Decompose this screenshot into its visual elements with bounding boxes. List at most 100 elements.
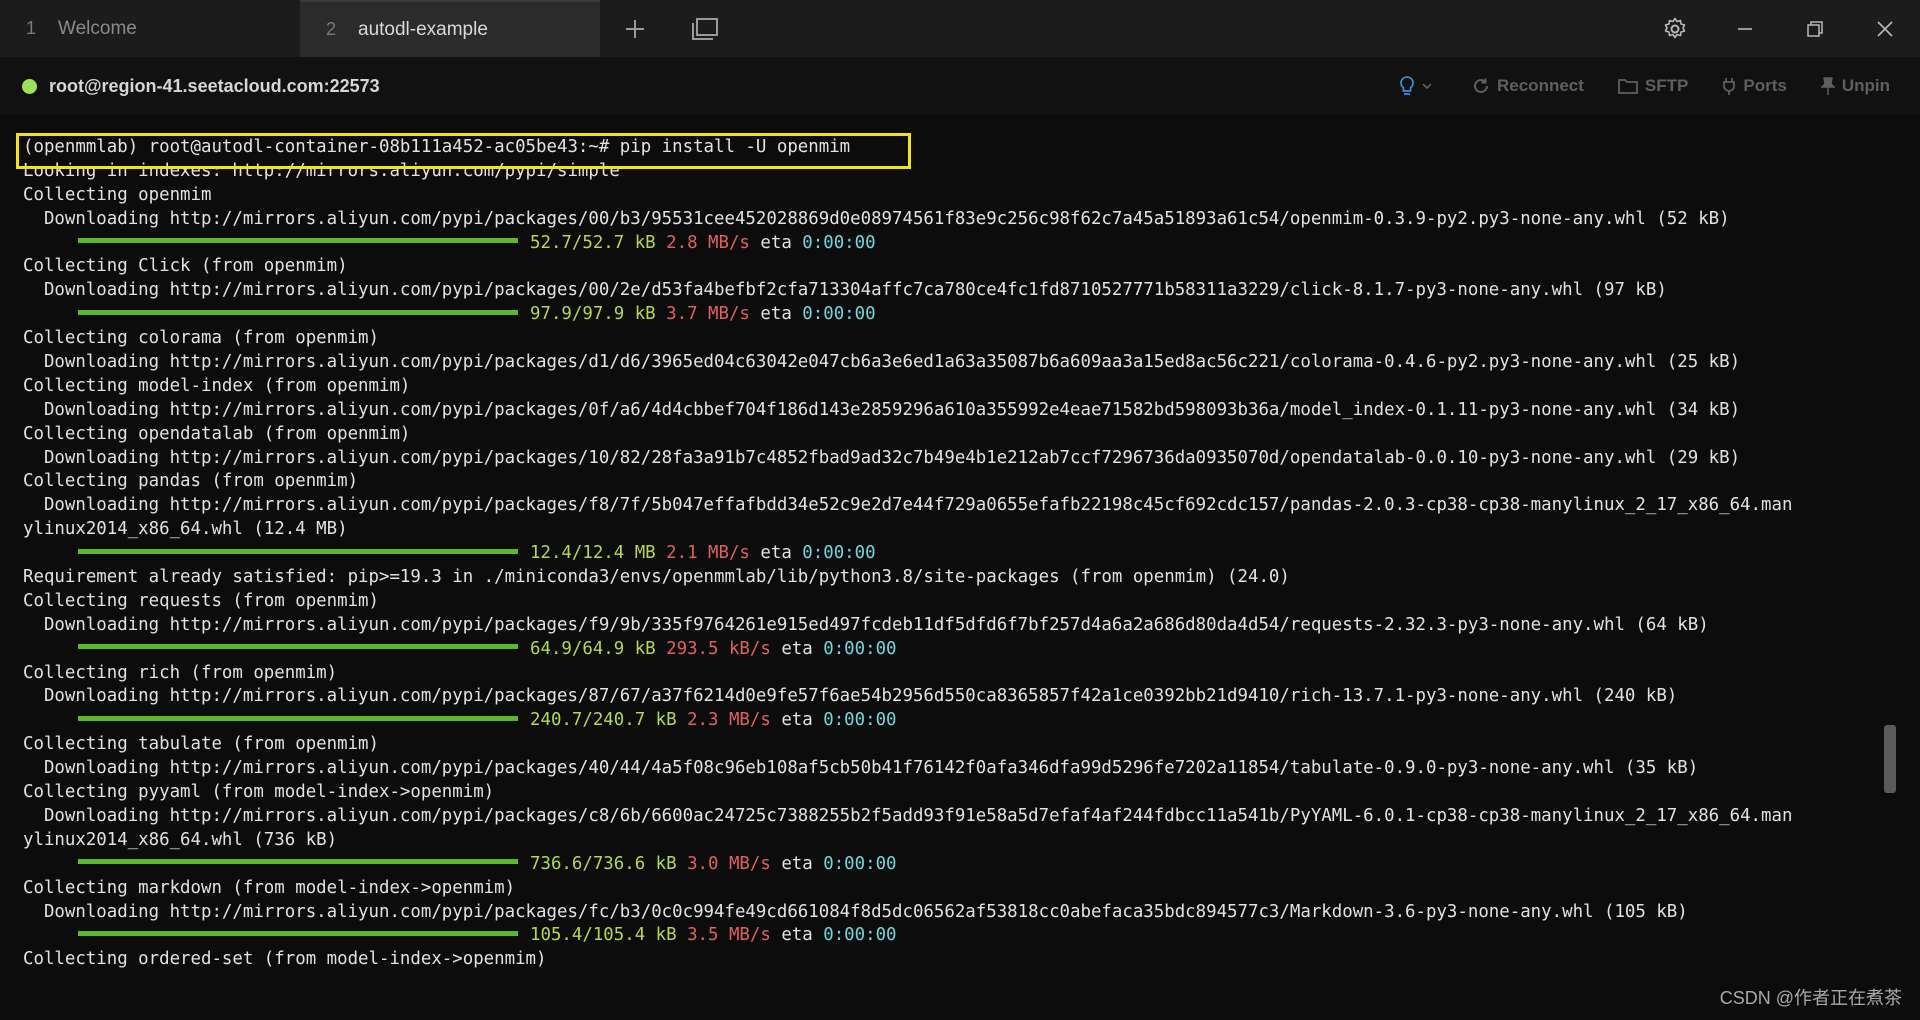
terminal-line: Downloading http://mirrors.aliyun.com/py… — [23, 686, 1678, 707]
hint-dropdown[interactable] — [1399, 76, 1432, 96]
tab-welcome[interactable]: 1 Welcome — [0, 0, 300, 57]
progress-eta-label: eta — [781, 853, 813, 874]
terminal-line: Collecting colorama (from openmim) — [23, 328, 379, 349]
progress-speed: 2.8 MB/s — [666, 232, 750, 253]
terminal-line: Collecting tabulate (from openmim) — [23, 734, 379, 755]
progress-eta-label: eta — [760, 232, 792, 253]
terminal-line: Collecting opendatalab (from openmim) — [23, 423, 411, 444]
progress-line: 97.9/97.9 kB 3.7 MB/s eta 0:00:00 — [23, 303, 1880, 327]
chevron-down-icon — [1422, 83, 1432, 90]
progress-line: 12.4/12.4 MB 2.1 MB/s eta 0:00:00 — [23, 542, 1880, 566]
tab-label: autodl-example — [358, 18, 488, 40]
terminal-line: Collecting pyyaml (from model-index->ope… — [23, 782, 495, 803]
scrollbar-thumb[interactable] — [1884, 725, 1896, 793]
folder-icon — [1618, 79, 1638, 94]
unpin-button[interactable]: Unpin — [1820, 76, 1890, 96]
terminal-line: Downloading http://mirrors.aliyun.com/py… — [23, 352, 1741, 373]
progress-size: 240.7/240.7 kB — [530, 710, 677, 731]
tab-number: 2 — [326, 19, 337, 39]
progress-size: 97.9/97.9 kB — [530, 304, 656, 325]
progress-size: 736.6/736.6 kB — [530, 853, 677, 874]
progress-eta-label: eta — [781, 638, 813, 659]
terminal-line: Collecting Click (from openmim) — [23, 256, 348, 277]
progress-size: 12.4/12.4 MB — [530, 543, 656, 564]
restore-icon — [1807, 20, 1823, 37]
progress-bar — [78, 548, 518, 554]
terminal-line: Downloading http://mirrors.aliyun.com/py… — [23, 447, 1741, 468]
ports-button[interactable]: Ports — [1722, 76, 1787, 96]
terminal-line: Collecting markdown (from model-index->o… — [23, 877, 516, 898]
progress-eta: 0:00:00 — [802, 543, 876, 564]
tab-overview-button[interactable] — [670, 0, 740, 57]
reconnect-label: Reconnect — [1497, 76, 1584, 95]
pin-icon — [1820, 77, 1835, 95]
terminal-prompt-line: (openmmlab) root@autodl-container-08b111… — [23, 137, 851, 157]
progress-bar — [78, 644, 518, 650]
terminal-line: Collecting openmim — [23, 184, 212, 205]
progress-eta-label: eta — [760, 304, 792, 325]
progress-size: 105.4/105.4 kB — [530, 925, 677, 946]
progress-speed: 3.0 MB/s — [687, 853, 771, 874]
watermark: CSDN @作者正在煮茶 — [1719, 988, 1902, 1008]
gear-icon — [1664, 17, 1686, 38]
progress-eta-label: eta — [781, 710, 813, 731]
new-tab-button[interactable] — [600, 0, 670, 57]
session-host: root@region-41.seetacloud.com:22573 — [49, 75, 380, 96]
progress-eta: 0:00:00 — [823, 710, 897, 731]
terminal-line: Collecting requests (from openmim) — [23, 590, 379, 611]
terminal-line: Collecting rich (from openmim) — [23, 662, 338, 683]
terminal-output[interactable]: (openmmlab) root@autodl-container-08b111… — [0, 115, 1880, 1020]
terminal-line: Requirement already satisfied: pip>=19.3… — [23, 567, 1290, 588]
close-icon — [1877, 20, 1893, 37]
terminal-line: Downloading http://mirrors.aliyun.com/py… — [23, 280, 1667, 301]
terminal-line: ylinux2014_x86_64.whl (12.4 MB) — [23, 519, 348, 540]
progress-bar — [78, 309, 518, 315]
progress-size: 64.9/64.9 kB — [530, 638, 656, 659]
session-bar: root@region-41.seetacloud.com:22573 Reco… — [0, 57, 1920, 115]
progress-speed: 293.5 kB/s — [666, 638, 771, 659]
minimize-icon — [1738, 27, 1752, 30]
terminal-line: Downloading http://mirrors.aliyun.com/py… — [23, 208, 1730, 229]
progress-eta: 0:00:00 — [823, 925, 897, 946]
settings-button[interactable] — [1640, 0, 1710, 57]
terminal-line: Collecting ordered-set (from model-index… — [23, 949, 547, 970]
progress-eta-label: eta — [760, 543, 792, 564]
progress-eta: 0:00:00 — [823, 638, 897, 659]
terminal-scrollbar[interactable] — [1880, 115, 1920, 1020]
progress-bar — [78, 859, 518, 865]
tab-number: 1 — [26, 18, 37, 38]
progress-eta: 0:00:00 — [823, 853, 897, 874]
progress-line: 736.6/736.6 kB 3.0 MB/s eta 0:00:00 — [23, 853, 1880, 877]
progress-line: 240.7/240.7 kB 2.3 MB/s eta 0:00:00 — [23, 709, 1880, 733]
progress-size: 52.7/52.7 kB — [530, 232, 656, 253]
terminal-line: Downloading http://mirrors.aliyun.com/py… — [23, 495, 1793, 516]
progress-bar — [78, 930, 518, 936]
sftp-label: SFTP — [1644, 76, 1689, 95]
minimize-button[interactable] — [1710, 0, 1780, 57]
tab-autodl-example[interactable]: 2 autodl-example — [300, 0, 600, 57]
terminal-line: Looking in indexes: http://mirrors.aliyu… — [23, 160, 620, 181]
progress-speed: 2.1 MB/s — [666, 543, 750, 564]
progress-speed: 3.7 MB/s — [666, 304, 750, 325]
terminal-line: Downloading http://mirrors.aliyun.com/py… — [23, 758, 1699, 779]
progress-speed: 3.5 MB/s — [687, 925, 771, 946]
restore-button[interactable] — [1780, 0, 1850, 57]
sftp-button[interactable]: SFTP — [1618, 76, 1688, 96]
progress-line: 105.4/105.4 kB 3.5 MB/s eta 0:00:00 — [23, 924, 1880, 948]
close-button[interactable] — [1850, 0, 1920, 57]
progress-eta-label: eta — [781, 925, 813, 946]
progress-line: 64.9/64.9 kB 293.5 kB/s eta 0:00:00 — [23, 638, 1880, 662]
progress-eta: 0:00:00 — [802, 304, 876, 325]
plus-icon — [626, 19, 644, 38]
progress-eta: 0:00:00 — [802, 232, 876, 253]
connection-status-dot — [22, 78, 37, 94]
terminal-line: Collecting pandas (from openmim) — [23, 471, 359, 492]
terminal-line: Downloading http://mirrors.aliyun.com/py… — [23, 901, 1688, 922]
reconnect-icon — [1474, 78, 1488, 93]
progress-speed: 2.3 MB/s — [687, 710, 771, 731]
tab-bar: 1 Welcome 2 autodl-example — [0, 0, 1920, 57]
progress-line: 52.7/52.7 kB 2.8 MB/s eta 0:00:00 — [23, 232, 1880, 256]
ports-label: Ports — [1743, 76, 1787, 95]
terminal-text: (openmmlab) root@autodl-container-08b111… — [0, 115, 1880, 972]
reconnect-button[interactable]: Reconnect — [1472, 76, 1584, 96]
